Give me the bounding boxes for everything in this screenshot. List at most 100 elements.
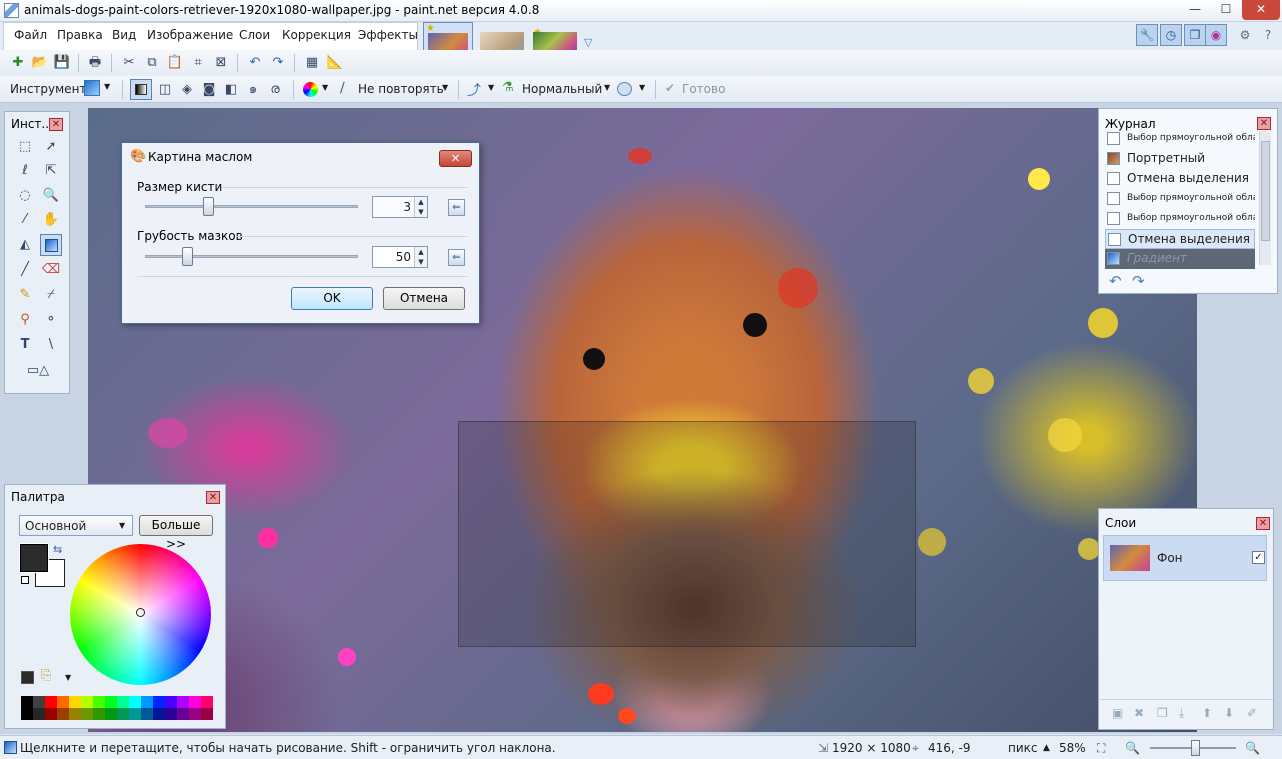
clone-stamp-icon[interactable]: ⚲ (14, 309, 36, 331)
dialog-close-button[interactable]: ✕ (439, 150, 472, 167)
color-wheel[interactable] (70, 544, 211, 685)
layer-properties-icon[interactable]: ✐ (1247, 706, 1257, 720)
menu-adjustments[interactable]: Коррекция (282, 28, 351, 42)
color-swatch[interactable] (57, 696, 69, 708)
roughness-slider[interactable] (181, 247, 193, 266)
copy-icon[interactable]: ⧉ (142, 53, 162, 73)
color-swatch[interactable] (189, 696, 201, 708)
paint-bucket-icon[interactable]: ◭ (14, 234, 36, 256)
chevron-up-icon[interactable]: ▲ (1043, 743, 1050, 753)
move-layer-up-icon[interactable]: ⬆ (1202, 706, 1212, 720)
text-icon[interactable]: T (14, 334, 36, 356)
maximize-button[interactable]: ☐ (1212, 0, 1240, 20)
done-button[interactable]: Готово (682, 82, 725, 96)
rect-select-icon[interactable]: ⬚ (14, 136, 36, 158)
settings-gear-icon[interactable]: ⚙ (1235, 25, 1255, 45)
move-selected-icon[interactable]: ⇱ (40, 160, 62, 182)
crop-icon[interactable]: ⌗ (188, 53, 208, 73)
chevron-down-icon[interactable]: ▼ (322, 83, 328, 92)
color-swatch[interactable] (141, 708, 153, 720)
color-swatch[interactable] (201, 708, 213, 720)
merge-layer-icon[interactable]: ⤓ (1179, 706, 1184, 721)
history-item[interactable]: Выбор прямоугольной области (1105, 129, 1255, 149)
shapes-icon[interactable]: ▭△ (20, 360, 56, 382)
color-swatch[interactable] (177, 696, 189, 708)
zoom-in-icon[interactable]: 🔍 (1245, 741, 1260, 755)
eraser-icon[interactable]: ⌫ (40, 259, 62, 281)
color-swatch[interactable] (45, 696, 57, 708)
line-curve-icon[interactable]: \ (40, 334, 62, 356)
scrollbar-thumb[interactable] (1261, 141, 1270, 241)
help-icon[interactable]: ? (1258, 25, 1278, 45)
lasso-icon[interactable]: ℓ (14, 160, 36, 182)
duplicate-layer-icon[interactable]: ❐ (1157, 706, 1168, 720)
color-swatch[interactable] (69, 708, 81, 720)
reset-arrow-icon[interactable]: ⇐ (448, 249, 465, 266)
reset-arrow-icon[interactable]: ⇐ (448, 199, 465, 216)
gradient-tool-icon[interactable] (84, 80, 100, 96)
linear-gradient-mode-icon[interactable] (130, 79, 152, 100)
palette-window-icon[interactable]: ◉ (1205, 24, 1227, 46)
diamond-gradient-icon[interactable]: ◈ (177, 80, 197, 100)
color-swatch[interactable] (153, 696, 165, 708)
paste-icon[interactable]: 📋 (165, 53, 185, 73)
color-swatch[interactable] (177, 708, 189, 720)
undo-icon[interactable]: ↶ (245, 53, 265, 73)
history-item[interactable]: Выбор прямоугольной области (1105, 189, 1255, 209)
delete-layer-icon[interactable]: ✖ (1134, 706, 1144, 720)
spinner-icon[interactable]: ▲ ▼ (414, 197, 427, 217)
chevron-down-icon[interactable]: ▼ (104, 82, 110, 91)
menu-view[interactable]: Вид (112, 28, 136, 42)
color-swatch[interactable] (21, 708, 33, 720)
recolor-icon[interactable]: ⚬ (40, 309, 62, 331)
spiral-ccw-gradient-icon[interactable]: ര (265, 80, 285, 100)
cut-icon[interactable]: ✂ (119, 53, 139, 73)
antialiasing-icon[interactable]: ⤴ (467, 80, 481, 100)
color-swatch[interactable] (129, 708, 141, 720)
history-item[interactable]: Отмена выделения (1105, 169, 1255, 189)
zoom-icon[interactable]: 🔍 (40, 185, 62, 207)
color-swatch[interactable] (153, 708, 165, 720)
redo-history-icon[interactable]: ↷ (1132, 272, 1145, 290)
palette-mode-select[interactable]: Основной ▼ (19, 515, 133, 536)
history-item[interactable]: Градиент (1105, 249, 1255, 269)
new-image-icon[interactable]: ✚ (8, 53, 28, 73)
color-wheel-cursor[interactable] (136, 608, 145, 617)
zoom-slider[interactable] (1190, 740, 1200, 756)
units-select[interactable]: пикс (1008, 741, 1038, 755)
redo-icon[interactable]: ↷ (268, 53, 288, 73)
pan-icon[interactable]: ✋ (40, 209, 62, 231)
swap-colors-icon[interactable]: ⇆ (53, 543, 62, 556)
color-swatch[interactable] (93, 696, 105, 708)
primary-color-swatch[interactable] (19, 543, 49, 573)
layers-window-icon[interactable]: ❐ (1184, 24, 1206, 46)
rulers-icon[interactable]: 📐 (325, 53, 345, 73)
history-item[interactable]: Портретный (1105, 149, 1255, 169)
add-layer-icon[interactable]: ▣ (1112, 706, 1123, 720)
save-icon[interactable]: 💾 (52, 53, 72, 73)
color-swatch[interactable] (105, 708, 117, 720)
close-icon[interactable]: ✕ (1257, 117, 1271, 130)
color-swatch[interactable] (201, 696, 213, 708)
undo-history-icon[interactable]: ↶ (1109, 272, 1122, 290)
brush-size-input[interactable]: 3 ▲ ▼ (372, 196, 428, 218)
color-swatch[interactable] (117, 708, 129, 720)
color-swatch[interactable] (45, 708, 57, 720)
roughness-input[interactable]: 50 ▲ ▼ (372, 246, 428, 268)
menu-layers[interactable]: Слои (239, 28, 270, 42)
history-item[interactable]: Отмена выделения (1105, 229, 1255, 249)
color-swatch[interactable] (165, 696, 177, 708)
color-swatch[interactable] (81, 708, 93, 720)
cancel-button[interactable]: Отмена (383, 287, 465, 310)
chevron-down-icon[interactable]: ▼ (65, 673, 71, 682)
color-swatch[interactable] (189, 708, 201, 720)
tools-window-icon[interactable]: 🔧 (1136, 24, 1158, 46)
chevron-down-icon[interactable]: ▼ (488, 83, 494, 92)
selection-mode-icon[interactable] (617, 82, 632, 96)
history-item[interactable]: Выбор прямоугольной области (1105, 209, 1255, 229)
move-layer-down-icon[interactable]: ⬇ (1224, 706, 1234, 720)
close-window-button[interactable]: ✕ (1242, 0, 1280, 20)
menu-image[interactable]: Изображение (147, 28, 233, 42)
gradient-icon[interactable] (40, 234, 62, 256)
color-swatch[interactable] (33, 696, 45, 708)
